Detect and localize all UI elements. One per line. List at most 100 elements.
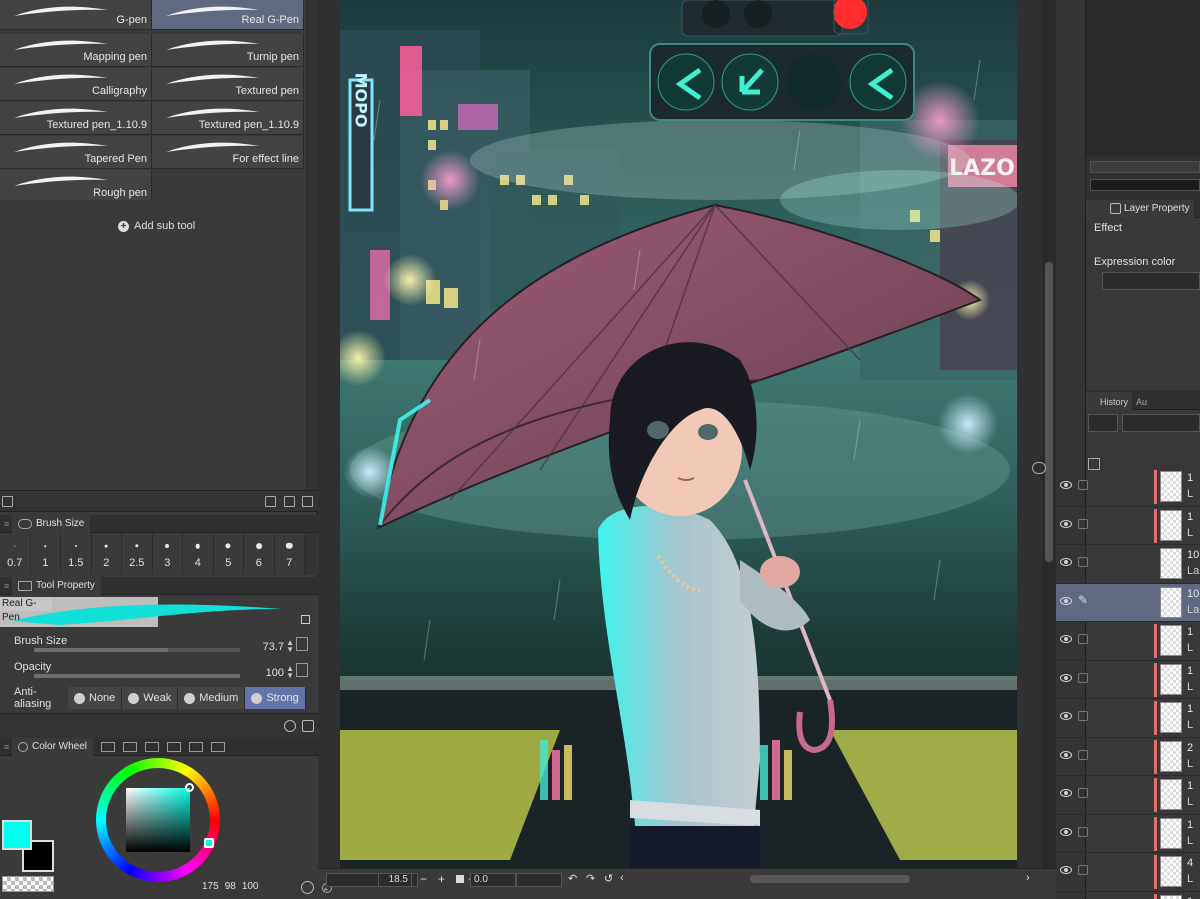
canvas-horizontal-scrollbar[interactable] [750,875,910,883]
layer-row[interactable]: 1L [1056,661,1200,699]
rotate-ccw-icon[interactable]: ↶ [568,872,577,885]
eye-icon[interactable] [1060,481,1072,489]
eye-icon[interactable] [1060,712,1072,720]
opacity-dynamics-button[interactable] [296,663,308,677]
expression-color-dropdown[interactable] [1102,272,1200,290]
brush-size-value[interactable]: 73.7 [263,641,284,653]
layer-opacity-dropdown[interactable] [1122,414,1200,432]
transparent-color-swatch[interactable] [2,876,54,892]
zoom-out-icon[interactable]: − [420,872,427,886]
sub-tool-item[interactable]: Textured pen [152,68,304,101]
brush-size-scrollbar[interactable] [305,533,317,575]
layer-lock-icon[interactable] [1078,672,1088,683]
eye-icon[interactable] [1060,789,1072,797]
brush-size-preset[interactable]: 4 [183,533,214,575]
layer-row[interactable]: 1L [1056,699,1200,738]
fit-to-screen-icon[interactable] [456,875,464,883]
tab-history[interactable]: History [1086,391,1133,410]
rotate-cw-icon[interactable]: ↷ [586,872,595,885]
tab-layer-property[interactable]: Layer Property [1086,199,1194,218]
color-history-tab-icon[interactable] [189,741,204,752]
sub-tool-item[interactable]: Tapered Pen [0,136,152,169]
layer-lock-icon[interactable] [1078,518,1088,529]
layer-lock-icon[interactable] [1078,865,1088,875]
main-color-swatch[interactable] [2,820,32,850]
pen-icon[interactable]: ✎ [1078,594,1090,606]
brush-size-dynamics-button[interactable] [296,637,308,651]
layer-row[interactable]: ✎ 10 La [1056,583,1200,622]
scroll-right-icon[interactable]: › [1026,872,1030,884]
opacity-slider[interactable] [34,674,240,678]
brush-size-preset[interactable]: 3 [153,533,183,575]
collapse-up-icon[interactable]: ⌃ [322,887,330,898]
layer-lock-icon[interactable] [1078,788,1088,798]
anti-aliasing-option[interactable]: Weak [122,687,179,709]
tab-auto-action[interactable]: Au [1132,392,1151,410]
zoom-in-icon[interactable]: + [438,872,445,886]
zoom-value[interactable]: 18.5 [378,873,412,887]
layer-row[interactable]: 1L [1056,507,1200,545]
layer-lock-icon[interactable] [1078,634,1088,644]
layer-row[interactable]: 1L [1056,815,1200,853]
anti-aliasing-option[interactable]: None [68,687,123,709]
lock-icon[interactable] [301,615,310,624]
sub-tool-item[interactable]: G-pen [0,0,152,30]
layer-row[interactable]: 1L [1056,468,1200,507]
duplicate-sub-tool-icon[interactable] [284,496,295,507]
sub-tool-item[interactable]: Real G-Pen [152,0,304,30]
anti-aliasing-option[interactable]: Strong [245,687,306,709]
layer-lock-icon[interactable] [1078,826,1088,837]
opacity-spinner-icon[interactable]: ▲ ▼ [286,665,294,680]
rotation-value[interactable]: 0.0 [470,873,516,887]
layer-lock-icon[interactable] [1078,557,1088,567]
layer-blend-mode-dropdown[interactable] [1088,414,1118,432]
brush-size-preset[interactable]: 6 [244,533,275,575]
color-set-tab-icon[interactable] [123,741,138,752]
layer-row[interactable]: 1L [1056,776,1200,815]
tab-brush-size[interactable]: Brush Size [12,514,91,533]
sub-tool-item[interactable]: Calligraphy [0,68,152,101]
navigator-rotate-bar[interactable] [1090,179,1200,191]
sv-handle[interactable] [185,783,194,792]
brush-size-preset[interactable]: 2.5 [122,533,153,575]
reset-rotation-icon[interactable]: ↺ [604,872,613,885]
scroll-left-icon[interactable]: ‹ [620,872,624,884]
intermediate-color-tab-icon[interactable] [145,741,160,752]
saturation-value-square[interactable] [126,788,190,852]
tab-tool-property[interactable]: Tool Property [12,576,101,595]
reset-icon[interactable] [284,720,296,732]
eye-icon[interactable] [1060,635,1072,643]
artwork-canvas[interactable]: MOPO LAZO [340,0,1017,868]
eye-icon[interactable] [1060,866,1072,874]
brush-size-preset[interactable]: 2 [92,533,122,575]
panel-collapse-icon[interactable] [1032,462,1046,474]
brush-size-preset[interactable]: 5 [214,533,244,575]
sub-tool-item[interactable]: Mapping pen [0,34,152,67]
canvas-vertical-scroll-thumb[interactable] [1045,262,1053,562]
brush-size-spinner-icon[interactable]: ▲ ▼ [286,639,294,654]
hue-handle[interactable] [204,838,214,848]
brush-size-preset[interactable]: 7 [275,533,305,575]
layer-lock-icon[interactable] [1078,480,1088,490]
layer-row[interactable]: 4L [1056,853,1200,892]
brush-size-preset[interactable]: 0.7 [0,533,31,575]
sub-tool-settings-icon[interactable] [2,496,13,507]
navigator-zoom-bar[interactable] [1090,161,1200,173]
brush-size-preset[interactable]: 1 [31,533,61,575]
sub-tool-item[interactable]: Textured pen_1.10.9 [152,102,304,135]
layer-row[interactable]: 1L [1056,622,1200,661]
sub-tool-item[interactable]: Textured pen_1.10.9 [0,102,152,135]
sub-view-tab-icon[interactable] [211,741,226,752]
color-slider-tab-icon[interactable] [101,741,116,752]
color-mode-toggle-icon[interactable] [301,881,314,894]
layer-lock-icon[interactable] [1078,711,1088,721]
brush-size-slider[interactable] [34,648,240,652]
canvas-vertical-scrollbar[interactable] [1042,0,1056,868]
eye-icon[interactable] [1060,519,1072,528]
eye-icon[interactable] [1060,827,1072,836]
brush-size-preset[interactable]: 1.5 [61,533,92,575]
sub-tool-item[interactable]: For effect line [152,136,304,169]
add-sub-tool-button[interactable]: + Add sub tool [118,220,195,232]
eye-icon[interactable] [1060,596,1072,605]
trash-icon[interactable] [302,496,313,507]
